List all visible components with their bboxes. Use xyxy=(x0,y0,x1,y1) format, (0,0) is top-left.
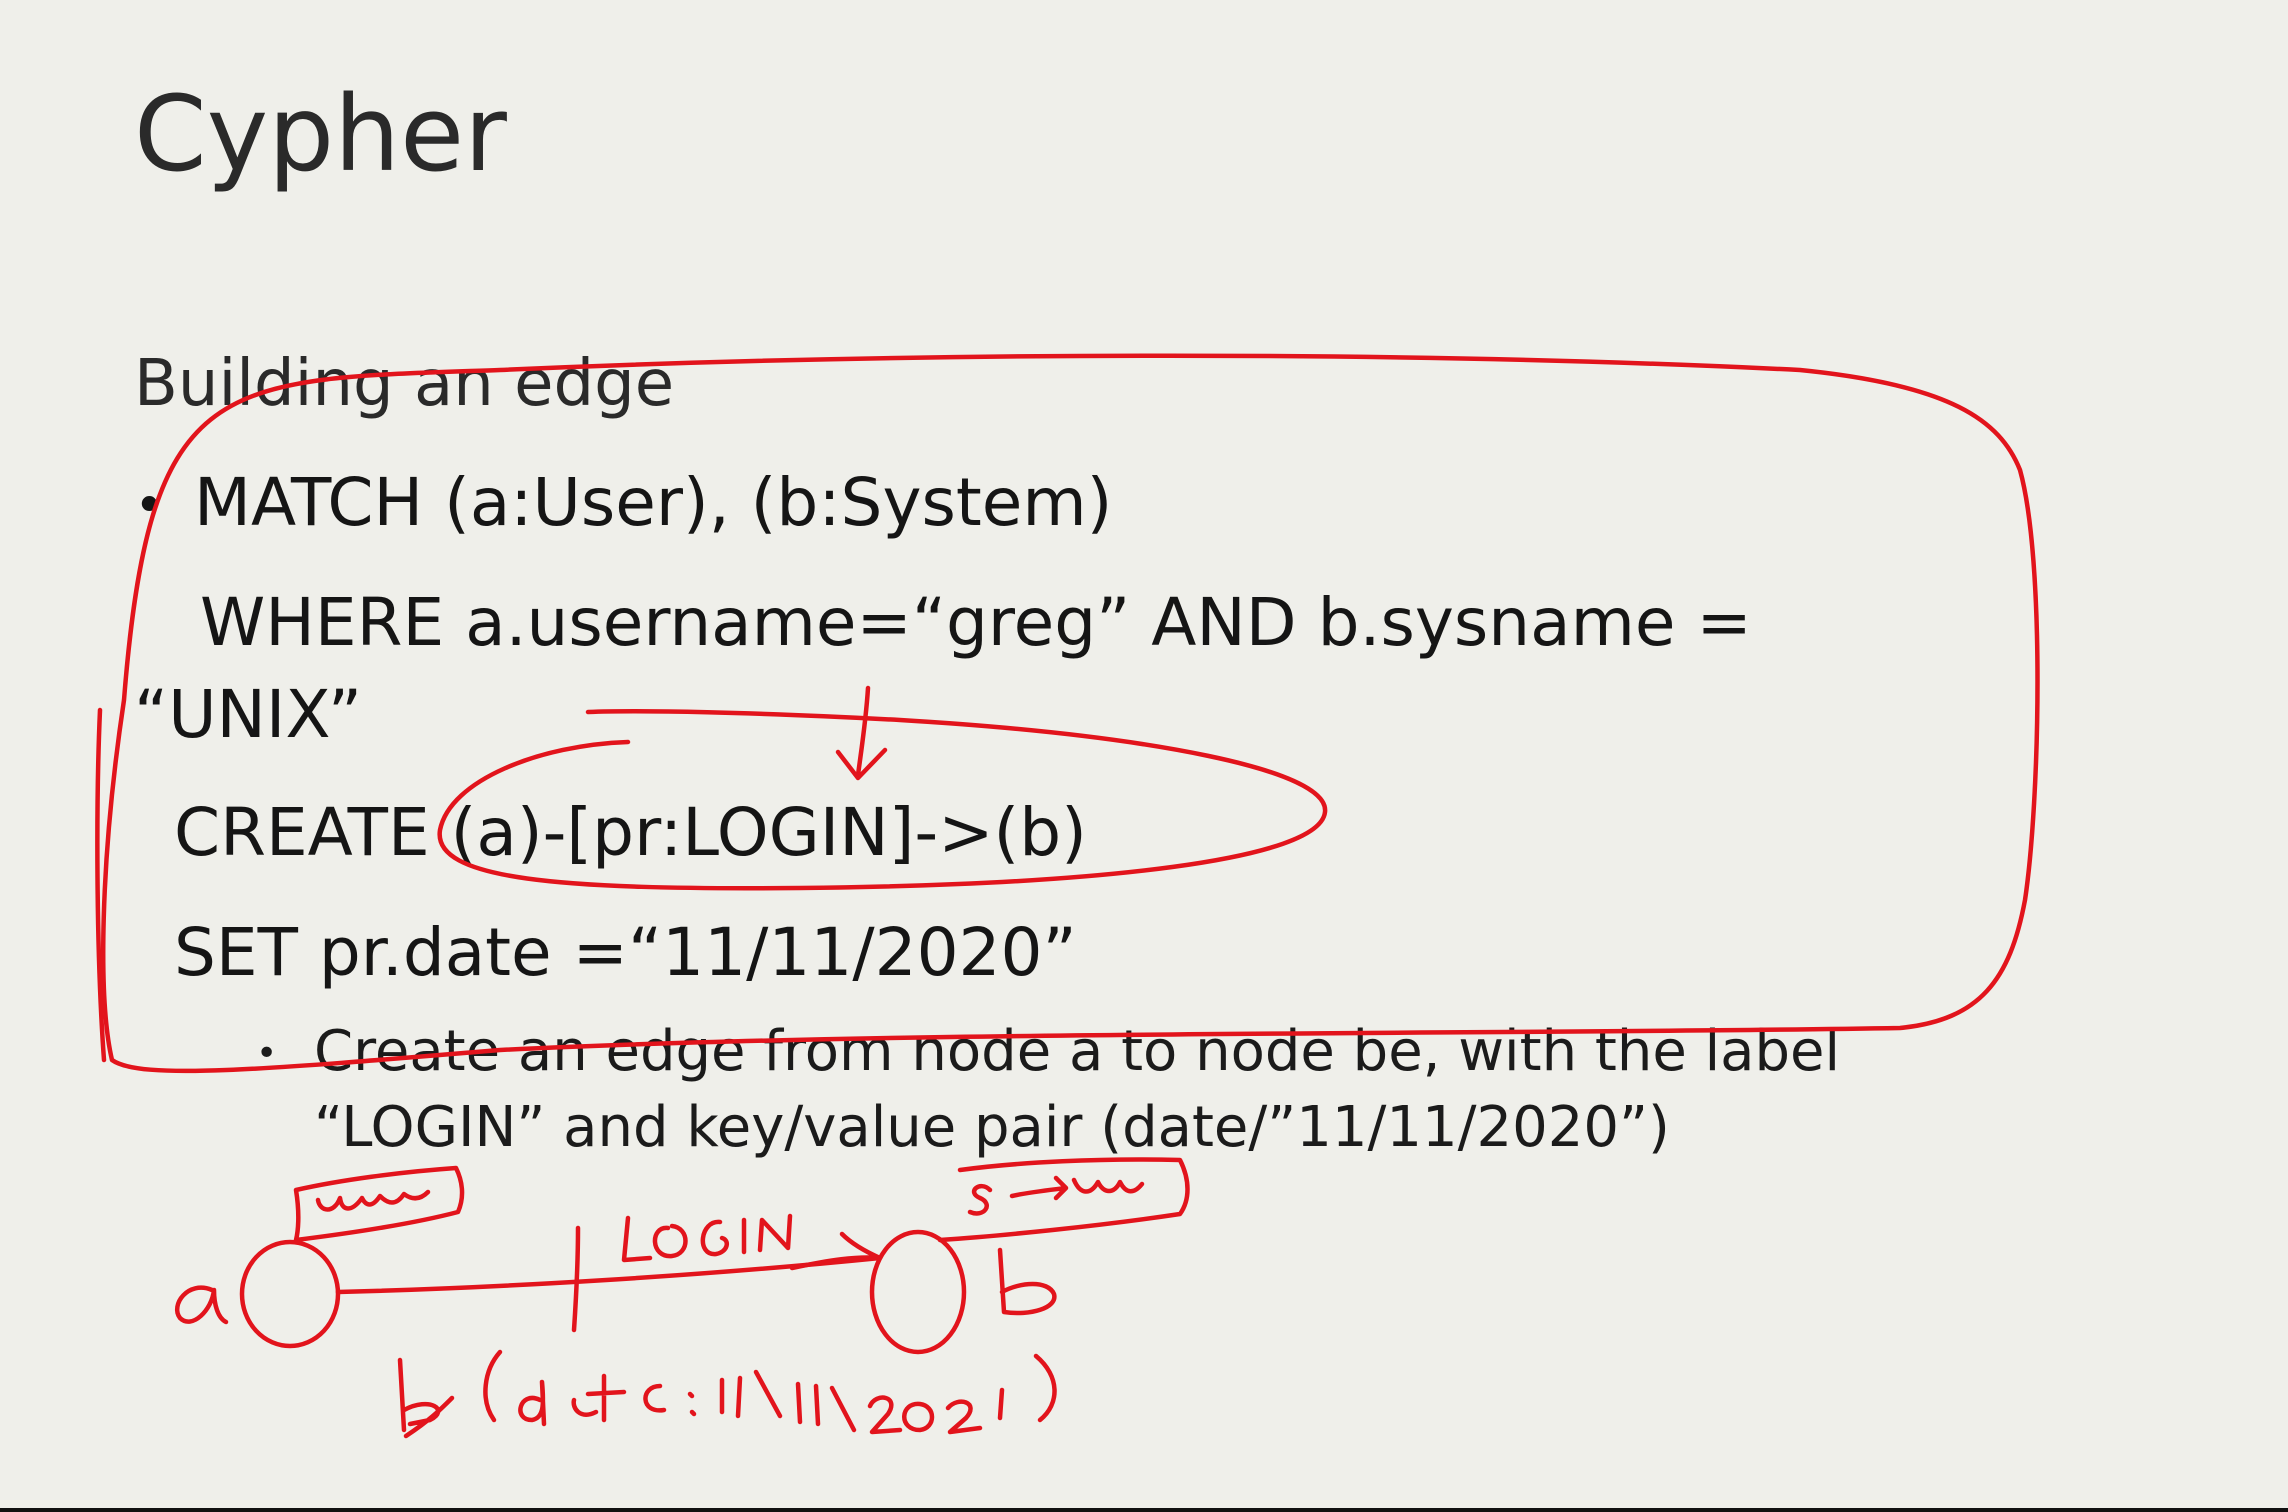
code-line-where-cont: “UNIX” xyxy=(134,676,363,753)
bullet-marker: • xyxy=(134,476,165,536)
code-line-set: SET pr.date =“11/11/2020” xyxy=(174,914,1077,991)
ink-system-box xyxy=(937,1157,1190,1243)
sub-bullet-marker: • xyxy=(256,1033,278,1074)
ink-left-stroke xyxy=(95,707,107,1063)
ink-node-a xyxy=(239,1239,341,1349)
ink-user-box xyxy=(293,1165,465,1243)
code-line-create: CREATE (a)-[pr:LOGIN]->(b) xyxy=(174,794,1087,871)
slide-subtitle: Building an edge xyxy=(134,347,675,421)
ink-date-text xyxy=(397,1349,1057,1439)
slide: Cypher Building an edge • MATCH (a:User)… xyxy=(0,0,2288,1512)
ink-node-b xyxy=(869,1229,967,1355)
ink-user-scribble xyxy=(315,1189,431,1212)
ink-arrow-down xyxy=(855,685,871,778)
code-line-where: WHERE a.username=“greg” AND b.sysname = xyxy=(200,584,1752,661)
ink-system-scribble xyxy=(967,1175,1145,1216)
ink-edge-tick xyxy=(571,1225,581,1333)
ink-edge-line xyxy=(335,1255,883,1295)
ink-label-a xyxy=(174,1285,229,1325)
ink-login-text xyxy=(621,1213,793,1263)
sub-bullet-line-2: “LOGIN” and key/value pair (date/”11/11/… xyxy=(314,1095,1670,1160)
ink-label-b xyxy=(997,1247,1057,1316)
ink-edge-arrow xyxy=(789,1231,883,1271)
handwritten-annotations xyxy=(95,353,2040,1439)
code-line-match: MATCH (a:User), (b:System) xyxy=(194,464,1113,541)
ink-arrow-head xyxy=(835,747,888,781)
slide-title: Cypher xyxy=(134,73,507,195)
sub-bullet-line-1: Create an edge from node a to node be, w… xyxy=(314,1019,1840,1084)
bottom-bar xyxy=(0,1508,2288,1512)
